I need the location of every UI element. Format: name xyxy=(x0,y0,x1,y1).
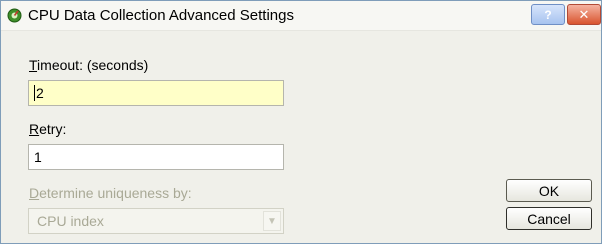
cancel-button-label: Cancel xyxy=(527,210,571,227)
cancel-button[interactable]: Cancel xyxy=(506,207,592,230)
retry-label: Retry: xyxy=(29,121,66,137)
text-caret xyxy=(34,85,35,101)
help-icon: ? xyxy=(544,7,552,22)
title-bar[interactable]: CPU Data Collection Advanced Settings ? … xyxy=(1,1,601,31)
close-icon: ✕ xyxy=(578,6,590,22)
timeout-label: Timeout: (seconds) xyxy=(29,57,148,73)
help-button[interactable]: ? xyxy=(531,4,565,25)
app-icon xyxy=(7,8,22,23)
retry-input[interactable]: 1 xyxy=(28,144,284,170)
retry-label-mnemonic: R xyxy=(29,121,40,137)
timeout-input[interactable]: 2 xyxy=(28,80,284,106)
ok-button[interactable]: OK xyxy=(506,179,592,202)
retry-value: 1 xyxy=(34,149,42,165)
uniqueness-label-mnemonic: D xyxy=(29,185,40,201)
uniqueness-label: Determine uniqueness by: xyxy=(29,185,192,201)
ok-button-label: OK xyxy=(538,182,560,199)
uniqueness-select[interactable]: CPU index ▼ xyxy=(28,208,284,234)
close-button[interactable]: ✕ xyxy=(567,4,601,25)
chevron-down-icon[interactable]: ▼ xyxy=(263,211,281,231)
settings-dialog: CPU Data Collection Advanced Settings ? … xyxy=(0,0,602,244)
timeout-value: 2 xyxy=(36,85,44,101)
window-title: CPU Data Collection Advanced Settings xyxy=(28,7,294,24)
retry-label-text: etry: xyxy=(39,121,67,137)
uniqueness-label-text: etermine uniqueness by: xyxy=(39,185,192,201)
timeout-label-mnemonic: T xyxy=(29,57,38,73)
uniqueness-selected-value: CPU index xyxy=(37,213,104,229)
timeout-label-text: imeout: (seconds) xyxy=(37,57,149,73)
